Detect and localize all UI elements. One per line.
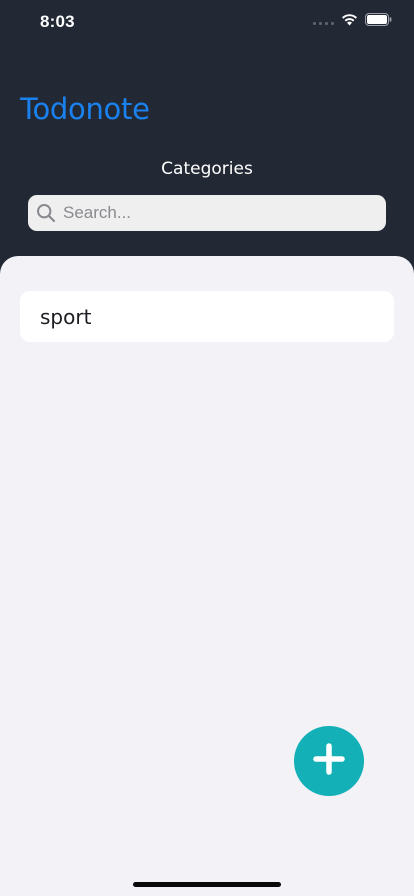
home-indicator: [133, 882, 281, 887]
app-title: Todonote: [20, 92, 150, 126]
battery-icon: [365, 13, 392, 26]
add-category-button[interactable]: [294, 726, 364, 796]
category-item[interactable]: sport: [20, 291, 394, 342]
search-bar[interactable]: [28, 195, 386, 231]
search-input[interactable]: [61, 197, 375, 229]
search-icon: [36, 203, 56, 223]
category-list: sport: [20, 291, 394, 342]
status-icons: [313, 13, 392, 26]
status-bar: 8:03: [0, 0, 414, 44]
category-label: sport: [40, 304, 92, 329]
section-title: Categories: [161, 159, 253, 179]
signal-icon: [313, 15, 334, 25]
status-time: 8:03: [40, 12, 75, 31]
plus-icon: [312, 742, 346, 780]
content-sheet: sport: [0, 256, 414, 896]
wifi-icon: [341, 13, 358, 26]
